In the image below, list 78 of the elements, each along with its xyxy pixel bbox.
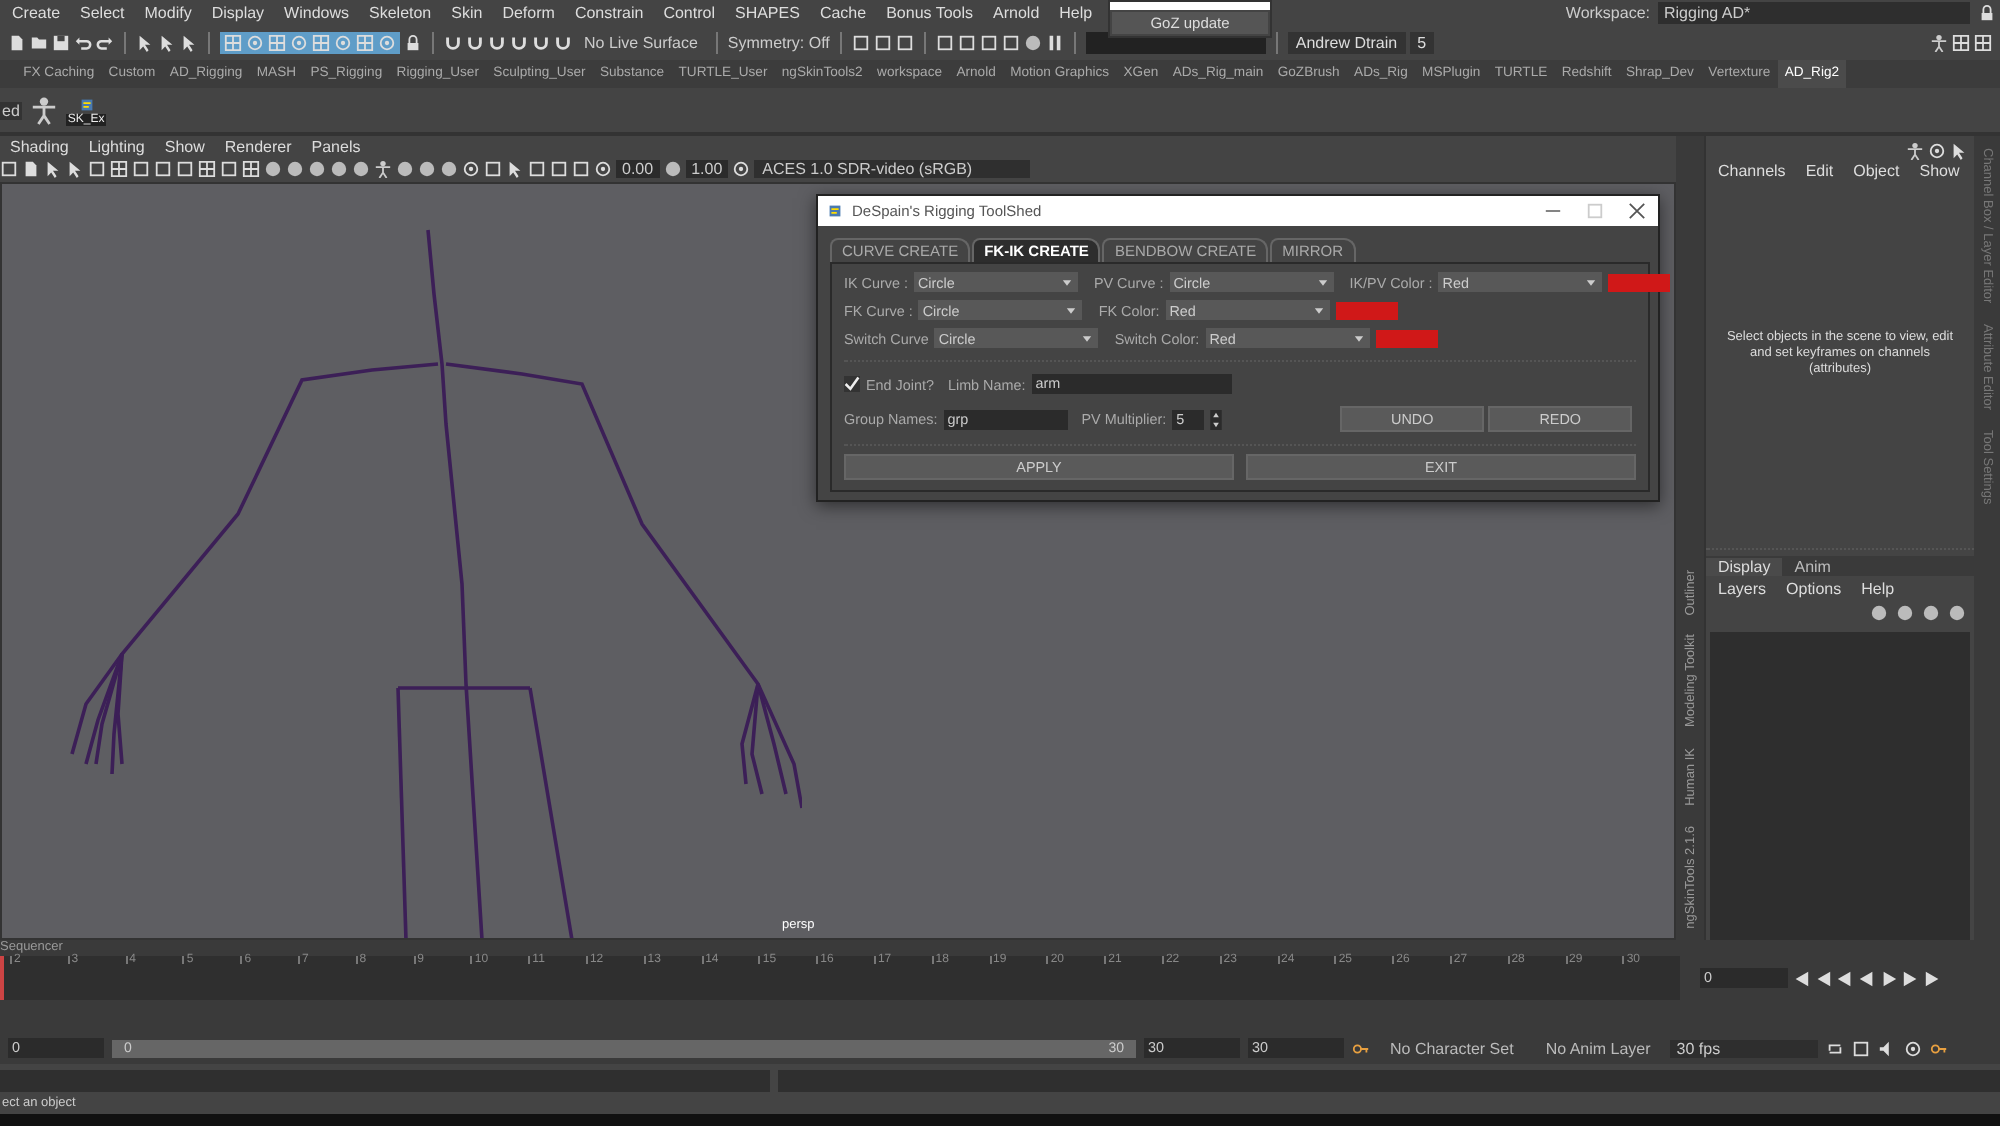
fps-dropdown[interactable]: 30 fps bbox=[1670, 1039, 1819, 1057]
menu-item[interactable]: Control bbox=[653, 4, 725, 22]
caret-icon bbox=[1351, 331, 1366, 345]
key-icon[interactable] bbox=[1352, 1039, 1370, 1057]
save-icon[interactable] bbox=[52, 34, 70, 52]
caret-icon bbox=[1584, 275, 1599, 289]
panel-menu-item[interactable]: Lighting bbox=[78, 137, 155, 155]
menu-item[interactable]: Edit bbox=[1795, 161, 1844, 179]
redo-icon[interactable] bbox=[96, 34, 114, 52]
undo-icon[interactable] bbox=[74, 34, 92, 52]
color-swatch[interactable] bbox=[1608, 273, 1671, 291]
menu-item[interactable]: Object bbox=[1843, 161, 1910, 179]
skip-forward-icon[interactable] bbox=[1924, 969, 1942, 987]
notifications-button[interactable]: 5 bbox=[1409, 32, 1435, 54]
color-space-dropdown[interactable]: ACES 1.0 SDR-video (sRGB) bbox=[754, 160, 1031, 178]
close-icon[interactable] bbox=[1628, 202, 1646, 220]
loop-icon[interactable] bbox=[1826, 1039, 1845, 1057]
menu-item[interactable]: Options bbox=[1776, 579, 1852, 597]
grid-icon[interactable] bbox=[242, 160, 260, 178]
file-icon[interactable] bbox=[8, 34, 26, 52]
folder-icon[interactable] bbox=[30, 34, 48, 52]
shelf-button[interactable]: ed bbox=[0, 101, 22, 119]
panel-menu-item[interactable]: Shading bbox=[0, 137, 79, 155]
menu-item[interactable]: Display bbox=[201, 4, 275, 22]
person-icon[interactable] bbox=[1930, 34, 1948, 52]
menu-item[interactable]: Show bbox=[1909, 161, 1970, 179]
menu-item[interactable]: Channels bbox=[1708, 161, 1796, 179]
anim-layer-dropdown[interactable]: No Anim Layer bbox=[1533, 1039, 1663, 1057]
target-icon[interactable] bbox=[1904, 1039, 1923, 1057]
person-icon[interactable] bbox=[29, 94, 58, 126]
menu-item[interactable]: Create bbox=[2, 4, 71, 22]
skip-forward-icon[interactable] bbox=[1902, 969, 1920, 987]
checkbox[interactable] bbox=[844, 376, 860, 392]
play-icon[interactable] bbox=[1880, 969, 1898, 987]
grid-icon[interactable] bbox=[198, 160, 216, 178]
menu-item[interactable]: Windows bbox=[274, 4, 359, 22]
menu-item[interactable]: Skeleton bbox=[359, 4, 442, 22]
symmetry-label[interactable]: Symmetry: Off bbox=[727, 34, 830, 52]
app-icon bbox=[826, 202, 844, 220]
panel-menu-item[interactable]: Panels bbox=[301, 137, 371, 155]
skip-back-icon[interactable] bbox=[1814, 969, 1832, 987]
layer-tab[interactable]: Anim bbox=[1782, 557, 1843, 575]
live-surface-label: No Live Surface bbox=[582, 34, 700, 52]
skip-back-icon[interactable] bbox=[1792, 969, 1810, 987]
panel-menu-item[interactable]: Show bbox=[154, 137, 215, 155]
menu-item[interactable]: Select bbox=[70, 4, 135, 22]
panel-menu-item[interactable]: Renderer bbox=[214, 137, 302, 155]
menu-item[interactable]: Bonus Tools bbox=[876, 4, 984, 22]
key-icon[interactable] bbox=[1930, 1039, 1949, 1057]
layer-tab[interactable]: Display bbox=[1706, 557, 1783, 575]
lock-icon[interactable] bbox=[404, 34, 422, 52]
menu-item[interactable]: Deform bbox=[492, 4, 565, 22]
character-set-dropdown[interactable]: No Character Set bbox=[1378, 1039, 1526, 1057]
cursor-icon[interactable] bbox=[506, 160, 524, 178]
menu-item[interactable]: Arnold bbox=[983, 4, 1050, 22]
menu-item[interactable]: Skin bbox=[441, 4, 493, 22]
gamma-field[interactable]: 1.00 bbox=[685, 160, 729, 178]
menu-item[interactable]: SHAPES bbox=[724, 4, 810, 22]
lock-icon[interactable] bbox=[1978, 4, 1996, 22]
color-swatch[interactable] bbox=[1335, 301, 1398, 319]
menu-item[interactable]: Constrain bbox=[564, 4, 654, 22]
workspace-label: Workspace: bbox=[1565, 4, 1650, 22]
menu-item[interactable]: Layers bbox=[1708, 579, 1777, 597]
color-swatch[interactable] bbox=[1375, 329, 1438, 347]
menu-item[interactable]: Help bbox=[1851, 579, 1905, 597]
sphere-icon[interactable] bbox=[1023, 34, 1042, 52]
spinner-arrows-icon[interactable] bbox=[1210, 409, 1223, 429]
workspace-dropdown[interactable]: Rigging AD* bbox=[1658, 2, 1970, 24]
menu-item[interactable]: Modify bbox=[134, 4, 202, 22]
menu-item[interactable]: Cache bbox=[809, 4, 877, 22]
grid-icon[interactable] bbox=[110, 160, 128, 178]
layout-icon[interactable] bbox=[1974, 34, 1992, 52]
pause-icon[interactable] bbox=[1045, 34, 1064, 52]
layout-icon[interactable] bbox=[1952, 34, 1970, 52]
script-icon[interactable] bbox=[77, 95, 96, 113]
user-account-button[interactable]: Andrew Dtrain bbox=[1287, 32, 1406, 54]
menu-item[interactable]: Help bbox=[1049, 4, 1103, 22]
exposure-field[interactable]: 0.00 bbox=[616, 160, 660, 178]
